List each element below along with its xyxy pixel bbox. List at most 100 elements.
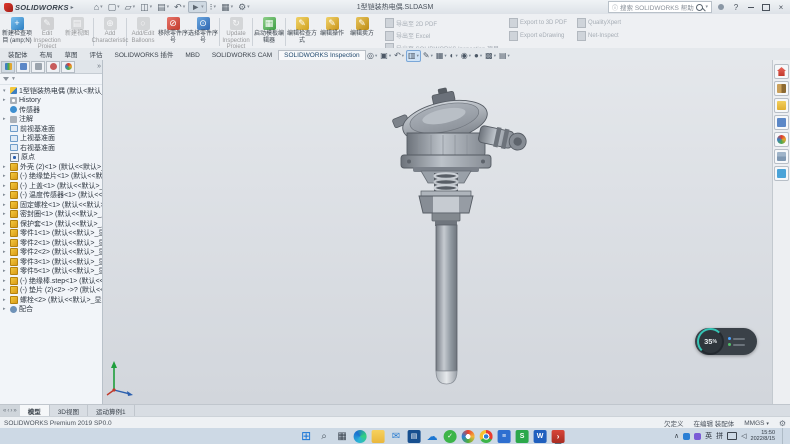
command-manager-tab[interactable]: SOLIDWORKS CAM	[206, 50, 278, 60]
export-button[interactable]: QualityXpert	[577, 18, 621, 28]
volume-icon[interactable]: ◁	[741, 432, 746, 440]
heads-up-button[interactable]: ▤ ▾	[498, 50, 511, 62]
ribbon-button[interactable]: ✎ 编辑卖方	[347, 15, 377, 49]
tree-item[interactable]: ▸ 原点	[1, 153, 102, 163]
tree-item[interactable]: ▸ (-) 垫片 (2)<2> ->? (默认<<默认>	[1, 286, 102, 296]
show-desktop-button[interactable]	[782, 428, 786, 444]
tree-item[interactable]: ▸ (-) 温度传感器<1> (默认<<默认>_	[1, 191, 102, 201]
taskbar-app-button[interactable]: S	[516, 430, 529, 443]
task-pane-button[interactable]	[774, 115, 789, 130]
ribbon-button[interactable]: ⊙ 选择零件序号	[188, 15, 218, 49]
heads-up-button[interactable]: ● ▾	[473, 50, 483, 62]
expand-arrow-icon[interactable]: ▸	[3, 306, 8, 312]
gear-icon[interactable]: ⚙	[779, 419, 786, 428]
taskbar-app-button[interactable]	[372, 430, 385, 443]
graphics-viewport[interactable]: 35%	[103, 60, 790, 404]
taskbar-app-button[interactable]: ✓	[444, 430, 457, 443]
expand-arrow-icon[interactable]: ▸	[3, 240, 8, 246]
export-button[interactable]: Net-Inspect	[577, 31, 621, 41]
ribbon-button[interactable]: ✎ Edit Inspection Project	[32, 15, 62, 49]
ribbon-button[interactable]: ⊕ Add Characteristic	[95, 15, 125, 49]
ribbon-button[interactable]: + 新建检查项目 (amp;N)	[2, 15, 32, 49]
help-search-box[interactable]: ⓘ 搜索 SOLIDWORKS 帮助 ▾	[608, 1, 712, 13]
command-manager-tab[interactable]: 评估	[84, 47, 109, 60]
command-manager-tab[interactable]: 装配体	[2, 47, 34, 60]
taskbar-app-button[interactable]: ▦	[336, 430, 349, 443]
ribbon-button[interactable]	[285, 18, 286, 46]
taskbar-app-button[interactable]: ☁	[426, 430, 439, 443]
taskbar-app-button[interactable]: ›	[552, 430, 565, 443]
ribbon-button[interactable]: ▦ 启动模板编辑器	[254, 15, 284, 49]
export-button[interactable]: Export eDrawing	[509, 31, 567, 41]
tree-item[interactable]: ▸ 零件2<2> (默认<<默认>_显示状态	[1, 248, 102, 258]
tree-item[interactable]: ▸ 零件3<1> (默认<<默认>_显示状态	[1, 257, 102, 267]
command-manager-tab[interactable]: SOLIDWORKS Inspection	[278, 50, 366, 60]
defender-shield-icon[interactable]	[683, 433, 690, 440]
panel-tab[interactable]	[46, 61, 60, 73]
panel-tab[interactable]	[1, 61, 15, 73]
chevron-down-icon[interactable]: ▼	[11, 76, 16, 82]
capture-widget-button[interactable]	[728, 343, 745, 346]
tree-item[interactable]: ▸ (-) 上盖<1> (默认<<默认>_显示状	[1, 181, 102, 191]
quick-access-button[interactable]: ► ▾	[188, 1, 206, 13]
tree-item[interactable]: ▸ 螺栓<2> (默认<<默认>_显示状态	[1, 295, 102, 305]
expand-arrow-icon[interactable]: ▸	[3, 259, 8, 265]
model-thermocouple[interactable]	[385, 87, 535, 397]
export-button[interactable]: 导出至 Excel	[385, 31, 499, 41]
tab-scroll-arrow-icon[interactable]: «	[3, 408, 6, 414]
taskbar-app-button[interactable]: ≡	[498, 430, 511, 443]
tree-item[interactable]: ▸ 密封圈<1> (默认<<默认>_显示状	[1, 210, 102, 220]
quick-access-button[interactable]: ⌂ ▾	[92, 1, 105, 13]
ribbon-button[interactable]	[219, 18, 220, 46]
tree-item[interactable]: ▸ 零件1<1> (默认<<默认>_显示状态	[1, 229, 102, 239]
expand-arrow-icon[interactable]: ▸	[3, 97, 8, 103]
quick-access-button[interactable]: ▱ ▾	[123, 1, 137, 13]
export-button[interactable]: 导出至 2D PDF	[385, 18, 499, 28]
expand-arrow-icon[interactable]: ▸	[3, 278, 8, 284]
tree-item[interactable]: ▸ 配合	[1, 305, 102, 315]
task-pane-button[interactable]	[774, 149, 789, 164]
taskbar-app-button[interactable]	[462, 430, 475, 443]
minimize-button[interactable]	[745, 2, 757, 13]
expand-arrow-icon[interactable]: ▾	[3, 88, 8, 94]
quick-access-button[interactable]: ▢ ▾	[106, 1, 122, 13]
tree-item[interactable]: ▸ 零件5<1> (默认<<默认>_显示状态	[1, 267, 102, 277]
chevron-down-icon[interactable]: ▾	[705, 4, 708, 10]
ribbon-button[interactable]: ✎ 编辑检查方式	[287, 15, 317, 49]
quick-access-button[interactable]: ⁝ ▾	[208, 1, 218, 13]
ribbon-button[interactable]: ⊘ 移除零件序号	[158, 15, 188, 49]
ribbon-button[interactable]	[252, 18, 253, 46]
ime-mode-indicator[interactable]: 拼	[716, 431, 723, 441]
taskbar-app-button[interactable]: ⌕	[318, 430, 331, 443]
tree-item[interactable]: ▸ 固定螺栓<1> (默认<<默认>_显示状	[1, 200, 102, 210]
tree-item[interactable]: ▸ 传感器	[1, 105, 102, 115]
expand-arrow-icon[interactable]: ▸	[3, 183, 8, 189]
heads-up-button[interactable]: ↶ ▾	[393, 50, 405, 62]
ribbon-button[interactable]: ▤ 新建视图	[62, 15, 92, 49]
tree-item[interactable]: ▸ 外壳 (2)<1> (默认<<默认>_显示状	[1, 162, 102, 172]
taskbar-app-button[interactable]: ▤	[408, 430, 421, 443]
expand-arrow-icon[interactable]: ▸	[3, 221, 8, 227]
expand-arrow-icon[interactable]: ▸	[3, 116, 8, 122]
taskbar-app-button[interactable]	[480, 430, 493, 443]
heads-up-button[interactable]: ◉ ▾	[460, 50, 472, 62]
user-account-button[interactable]	[715, 2, 727, 13]
ime-language-indicator[interactable]: 英	[705, 431, 712, 441]
tray-chevron-icon[interactable]: ∧	[674, 432, 679, 440]
tree-item[interactable]: ▸ (-) 绝缘棒.step<1> (默认<<默认>	[1, 276, 102, 286]
expand-arrow-icon[interactable]: ▸	[3, 164, 8, 170]
taskbar-app-button[interactable]: ⊞	[300, 430, 313, 443]
export-button[interactable]: Export to 3D PDF	[509, 18, 567, 28]
tree-root-row[interactable]: ▾ 1型铠装热电偶 (默认<默认_显示状态-1	[1, 86, 102, 96]
taskbar-clock[interactable]: 15:50 2022/8/15	[751, 430, 775, 443]
task-pane-button[interactable]	[774, 98, 789, 113]
quick-access-button[interactable]: ◫ ▾	[138, 1, 154, 13]
help-button[interactable]: ?	[730, 2, 742, 13]
panel-tab[interactable]	[16, 61, 30, 73]
tree-item[interactable]: ▸ 前视基准面	[1, 124, 102, 134]
tree-item[interactable]: ▸ History	[1, 96, 102, 106]
tree-item[interactable]: ▸ 零件2<1> (默认<<默认>_显示状态	[1, 238, 102, 248]
expand-arrow-icon[interactable]: ▸	[3, 192, 8, 198]
close-button[interactable]: ×	[775, 2, 787, 13]
heads-up-button[interactable]: ◐ ▾	[449, 50, 459, 62]
